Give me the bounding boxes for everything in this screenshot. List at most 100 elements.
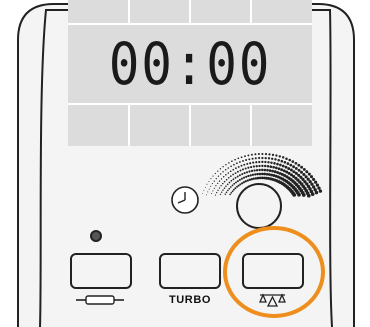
speed-dial-dot	[254, 153, 257, 156]
speed-dial-dot	[220, 185, 222, 187]
speed-dial-dot	[264, 160, 267, 164]
speed-dial-dot	[264, 156, 267, 160]
speed-dial-dot	[206, 183, 208, 185]
speed-dial-dot	[229, 175, 232, 177]
speed-dial-dot	[225, 174, 227, 176]
speed-dial-dot	[218, 187, 221, 189]
speed-dial-dot	[240, 156, 243, 159]
speed-dial-dot	[285, 157, 288, 160]
speed-dial-dot	[284, 165, 288, 169]
speed-dial-dot	[227, 167, 230, 169]
speed-dial-dot	[252, 165, 256, 168]
speed-dial-dot	[297, 192, 301, 197]
speed-dial-dot	[220, 173, 222, 175]
speed-dial-dot	[247, 166, 250, 169]
speed-dial-dot	[240, 164, 243, 167]
speed-dial-dot	[217, 175, 220, 177]
speed-dial-dot	[242, 176, 246, 179]
speed-dial-dot	[294, 171, 298, 175]
speed-dial-dot	[215, 177, 217, 180]
speed-dial-dot	[211, 183, 213, 185]
weigh-button[interactable]	[242, 253, 304, 289]
speed-dial-dot	[238, 174, 241, 177]
speed-dial-dot	[217, 182, 219, 185]
speed-dial-dot	[250, 169, 254, 173]
speed-dial-dot	[242, 181, 245, 184]
speed-dial-dot	[213, 180, 215, 182]
speed-dial-dot	[208, 188, 210, 190]
speed-dial-dot	[223, 180, 226, 183]
speed-dial-dot	[274, 158, 277, 161]
speed-dial-dot	[222, 176, 225, 178]
speed-dial-dot	[245, 159, 248, 161]
speed-dial-dot	[250, 166, 253, 169]
speed-dial-dot	[294, 166, 298, 170]
speed-dial-dot	[227, 172, 230, 174]
speed-dial-dot	[228, 162, 230, 164]
speed-dial-dot	[222, 182, 224, 185]
speed-dial-dot	[228, 187, 231, 190]
speed-dial-dot	[219, 168, 222, 170]
speed-dial-dot	[207, 191, 209, 193]
knead-button[interactable]	[70, 253, 132, 289]
speed-dial-dot	[270, 161, 273, 164]
speed-dial-dot	[246, 162, 249, 165]
speed-dial-dot	[230, 179, 233, 182]
speed-dial-dot	[275, 154, 278, 157]
speed-dial-dot	[264, 153, 268, 156]
speed-dial-dot	[250, 153, 253, 156]
speed-dial-dot	[208, 180, 210, 183]
speed-dial-dot	[220, 178, 223, 180]
speed-dial-dot	[292, 165, 295, 169]
speed-dial-dot	[283, 160, 287, 164]
speed-dial-dot	[267, 161, 270, 164]
indicator-led	[90, 230, 102, 242]
speed-dial-dot	[315, 183, 320, 187]
speed-dial-dot	[237, 184, 240, 187]
speed-dial-dot	[231, 160, 233, 162]
speed-dial-dot	[224, 169, 227, 171]
speed-dial-dot	[236, 162, 238, 165]
speed-dial-dot	[213, 187, 215, 189]
turbo-button[interactable]	[159, 253, 221, 289]
speed-dial-dot	[234, 158, 236, 161]
speed-dial-dot	[235, 181, 237, 184]
speed-dial-dot	[244, 180, 247, 183]
speed-dial-dot	[306, 193, 311, 198]
speed-dial-dot	[247, 154, 250, 157]
speed-dial-dot	[229, 170, 232, 173]
speed-dial-dot	[246, 179, 249, 182]
speed-dial-dot	[307, 172, 311, 176]
speed-dial-dot	[249, 162, 252, 165]
speed-dial-dot	[212, 175, 214, 177]
speed-dial-dot	[214, 172, 216, 175]
speed-dial-dot	[229, 193, 231, 196]
speed-dial-dot	[261, 152, 264, 156]
speed-dial-dot	[277, 167, 281, 171]
speed-dial-dot	[261, 156, 264, 160]
speed-dial-dot	[244, 167, 247, 170]
speed-dial-dot	[229, 186, 232, 188]
speed-dial-dot	[267, 157, 271, 160]
speed-dial-dot	[271, 157, 274, 160]
speed-dial-dot	[255, 165, 258, 168]
speed-dial-dot	[255, 169, 259, 172]
speed-dial-dot	[287, 167, 291, 171]
time-display: 00:00	[108, 30, 272, 98]
speed-dial-dot	[249, 174, 252, 177]
speed-dial-dot	[224, 193, 227, 195]
speed-knob[interactable]	[236, 183, 282, 229]
speed-dial-dot	[242, 159, 244, 162]
speed-dial-dot	[236, 185, 238, 188]
speed-dial-dot	[236, 180, 239, 183]
speed-dial-dot	[282, 169, 286, 173]
speed-dial-dot	[268, 169, 272, 172]
speed-dial-dot	[245, 175, 248, 178]
speed-dial-dot	[277, 158, 280, 162]
speed-dial-dot	[218, 180, 221, 182]
speed-dial-dot	[263, 164, 267, 168]
speed-dial-dot	[280, 159, 284, 163]
speed-dial-dot	[297, 168, 301, 172]
speed-dial-dot	[248, 170, 251, 173]
speed-dial-dot	[248, 158, 251, 161]
